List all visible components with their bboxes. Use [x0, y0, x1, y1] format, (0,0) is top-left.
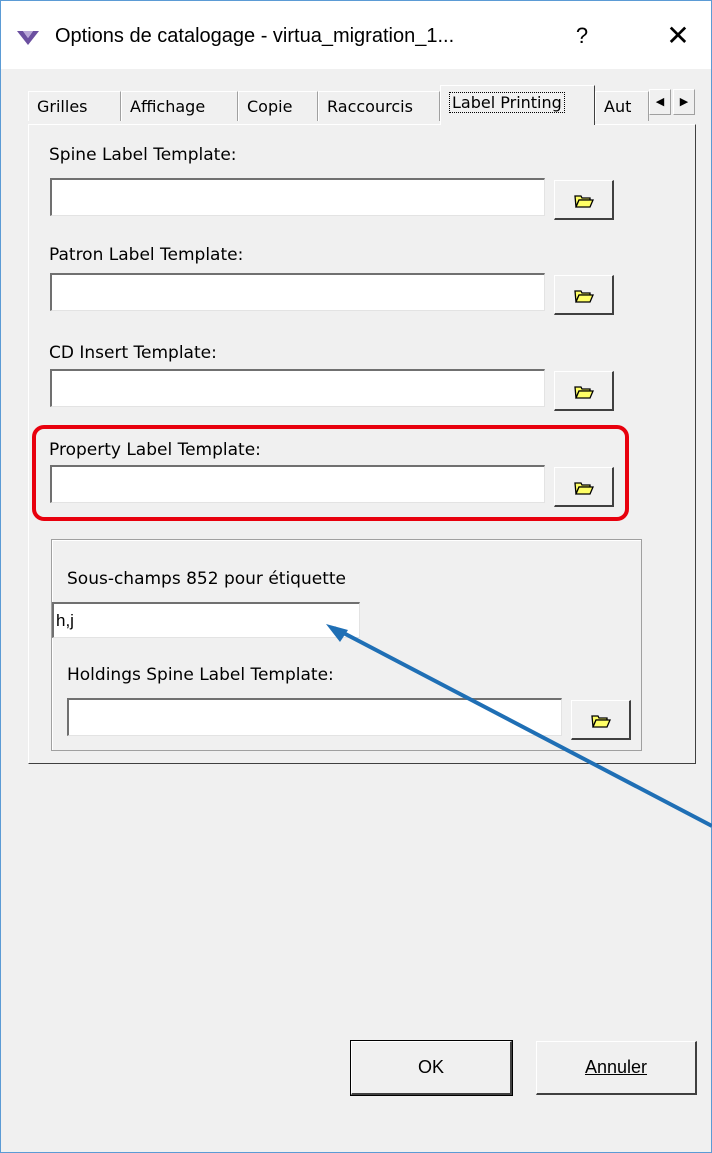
property-label-template-input[interactable] [50, 465, 545, 503]
cd-insert-template-input[interactable] [50, 369, 545, 407]
options-dialog: Options de catalogage - virtua_migration… [0, 0, 712, 1153]
spine-label-template-label: Spine Label Template: [49, 145, 237, 165]
app-logo-icon [17, 31, 39, 45]
patron-browse-button[interactable] [554, 275, 614, 315]
folder-open-icon [574, 386, 594, 399]
tab-copie[interactable]: Copie [238, 91, 318, 121]
folder-open-icon [591, 715, 611, 728]
patron-label-template-input[interactable] [50, 273, 545, 311]
subfield-852-label: Sous-champs 852 pour étiquette [67, 569, 346, 589]
cd-insert-browse-button[interactable] [554, 371, 614, 411]
spine-browse-button[interactable] [554, 180, 614, 220]
holdings-browse-button[interactable] [571, 700, 631, 740]
title-bar: Options de catalogage - virtua_migration… [1, 1, 711, 69]
tab-scroll-right-icon[interactable]: ▶ [673, 89, 695, 115]
ok-button[interactable]: OK [350, 1040, 513, 1096]
subfield-852-input[interactable] [52, 602, 360, 638]
close-button[interactable]: ✕ [653, 11, 703, 61]
property-label-template-label: Property Label Template: [49, 440, 261, 460]
cancel-button[interactable]: Annuler [536, 1041, 697, 1095]
holdings-spine-label-template-input[interactable] [67, 698, 562, 736]
folder-open-icon [574, 195, 594, 208]
cancel-button-label: Annuler [584, 1057, 648, 1077]
holdings-spine-label-template-label: Holdings Spine Label Template: [67, 665, 334, 685]
spine-label-template-input[interactable] [50, 178, 545, 216]
folder-open-icon [574, 482, 594, 495]
tab-scroll-left-icon[interactable]: ◀ [649, 89, 671, 115]
help-button[interactable]: ? [557, 11, 607, 61]
tab-strip: Grilles Affichage Copie Raccourcis Label… [28, 85, 711, 125]
window-title: Options de catalogage - virtua_migration… [55, 25, 455, 47]
property-browse-button[interactable] [554, 467, 614, 507]
tab-affichage[interactable]: Affichage [121, 91, 238, 121]
tab-raccourcis[interactable]: Raccourcis [318, 91, 440, 121]
tab-aut[interactable]: Aut [595, 91, 649, 121]
cd-insert-template-label: CD Insert Template: [49, 343, 217, 363]
folder-open-icon [574, 290, 594, 303]
tab-grilles[interactable]: Grilles [28, 91, 121, 121]
tab-label-printing[interactable]: Label Printing [440, 85, 595, 125]
patron-label-template-label: Patron Label Template: [49, 245, 244, 265]
